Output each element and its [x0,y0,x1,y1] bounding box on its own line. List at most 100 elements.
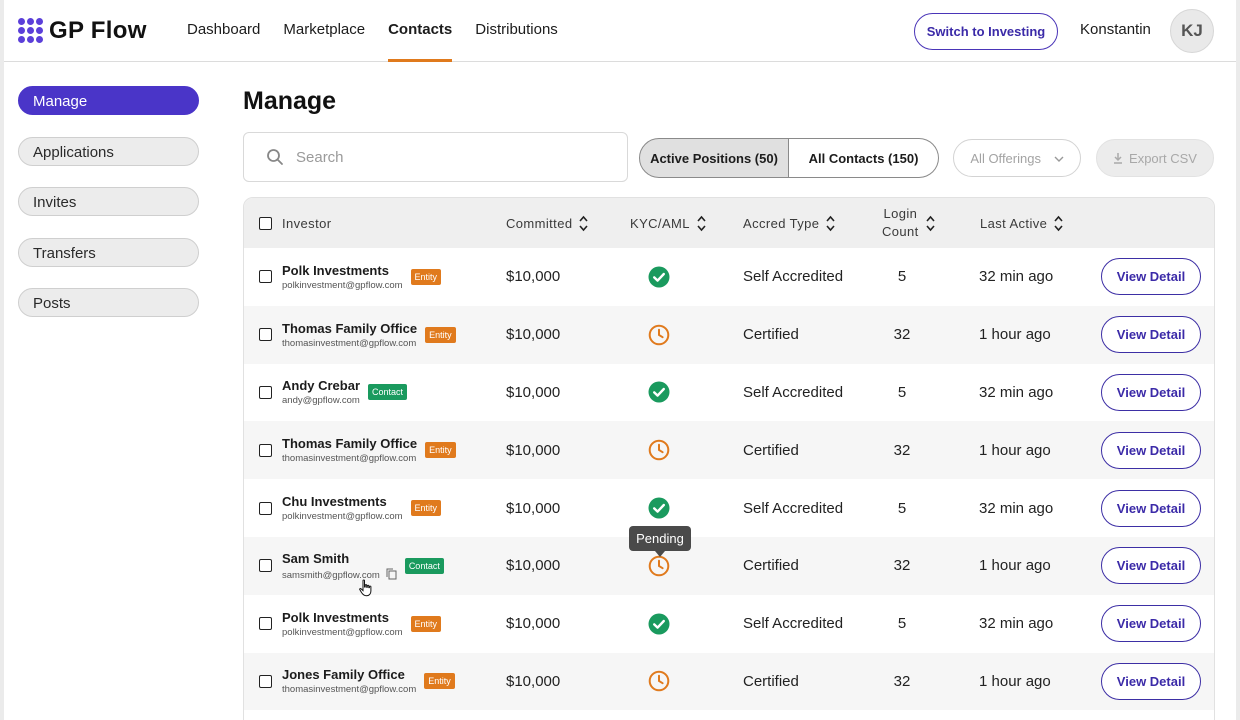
accred-type: Self Accredited [743,383,844,401]
last-active: 1 hour ago [979,326,1051,344]
sort-login-count[interactable]: Login Count [882,198,935,248]
investor-name[interactable]: Sam Smith [282,551,397,566]
search-box[interactable] [243,132,628,182]
kyc-status[interactable] [648,595,670,653]
investor-type-badge: Contact [368,384,408,401]
row-checkbox[interactable] [259,559,272,573]
nav-marketplace[interactable]: Marketplace [283,0,365,62]
row-checkbox[interactable] [259,501,272,515]
investor-name[interactable]: Thomas Family Office [282,321,417,336]
nav-contacts[interactable]: Contacts [388,0,453,62]
investor-email: thomasinvestment@gpflow.com [282,684,417,696]
logo[interactable]: GP Flow [18,17,147,45]
view-detail-button[interactable]: View Detail [1101,605,1201,643]
table-row[interactable]: Jones Family Office thomasinvestment@gpfl… [244,652,1214,711]
investor-name[interactable]: Chu Investments [282,494,403,509]
kyc-status-tooltip: Pending [629,526,691,557]
view-detail-button[interactable]: View Detail [1101,662,1201,700]
copy-icon[interactable] [386,568,397,580]
investor-type-badge: Contact [404,557,444,574]
row-checkbox[interactable] [259,270,272,284]
committed-amount: $10,000 [506,268,561,286]
table-row[interactable]: Chu Investments polkinvestment@gpflow.com… [244,479,1214,537]
sort-kyc[interactable]: KYC/AML [630,198,706,248]
nav-distributions[interactable]: Distributions [475,0,558,62]
investor-name[interactable]: Polk Investments [282,610,403,625]
search-icon [267,149,283,165]
kyc-status[interactable] [648,421,670,479]
view-detail-button[interactable]: View Detail [1101,431,1201,469]
sort-icon [926,215,935,231]
row-checkbox[interactable] [259,328,272,342]
export-csv-button[interactable]: Export CSV [1096,139,1214,177]
kyc-status[interactable] [648,364,670,422]
row-checkbox[interactable] [259,385,272,399]
kyc-pending-icon [648,671,670,692]
header-investor: Investor [282,215,332,231]
last-active: 32 min ago [979,615,1054,633]
row-checkbox[interactable] [259,617,272,631]
investor-name[interactable]: Polk Investments [282,263,403,278]
accred-type: Certified [743,326,799,344]
sidebar: Manage Applications Invites Transfers Po… [18,86,199,339]
last-active: 32 min ago [979,499,1054,517]
hand-cursor-icon [359,579,372,597]
offerings-dropdown[interactable]: All Offerings [953,139,1081,177]
row-checkbox[interactable] [259,443,272,457]
avatar[interactable]: KJ [1170,9,1214,53]
investor-type-badge: Entity [424,673,455,690]
sort-last-active[interactable]: Last Active [980,198,1063,248]
switch-to-investing-button[interactable]: Switch to Investing [914,13,1058,50]
view-detail-button[interactable]: View Detail [1101,373,1201,411]
nav-dashboard[interactable]: Dashboard [187,0,260,62]
sidebar-item-invites[interactable]: Invites [18,187,199,216]
table-row[interactable]: Thomas Family Office thomasinvestment@gpf… [244,421,1214,480]
view-detail-button[interactable]: View Detail [1101,489,1201,527]
investor-type-badge: Entity [410,268,442,285]
logo-icon [18,18,44,44]
sidebar-item-applications[interactable]: Applications [18,136,199,166]
investor-name[interactable]: Thomas Family Office [282,436,417,451]
row-checkbox[interactable] [259,674,272,688]
last-active: 1 hour ago [979,672,1051,690]
committed-amount: $10,000 [506,383,561,401]
sort-icon [826,215,836,231]
sidebar-item-manage[interactable]: Manage [18,86,199,115]
sidebar-item-posts[interactable]: Posts [18,288,199,317]
sidebar-item-transfers[interactable]: Transfers [18,237,199,267]
table-row[interactable]: Andy Crebar andy@gpflow.com Contact $10,000… [244,364,1214,422]
kyc-status[interactable] [648,248,670,306]
investor-name[interactable]: Jones Family Office [282,667,416,682]
login-count: 32 [893,557,911,575]
kyc-status[interactable] [648,306,670,364]
sort-accred[interactable]: Accred Type [743,198,836,248]
view-detail-button[interactable]: View Detail [1101,258,1201,296]
page-title: Manage [243,87,337,115]
kyc-status[interactable] [648,653,670,711]
kyc-verified-icon [648,613,670,635]
sort-icon [579,215,589,231]
table-row[interactable]: Thomas Family Office thomasinvestment@gpf… [244,305,1214,364]
table-row[interactable]: Polk Investments polkinvestment@gpflow.co… [244,248,1214,306]
table-row[interactable]: Sam Smith samsmith@gpflow.com Contact $10,0… [244,536,1214,595]
all-contacts-tab[interactable]: All Contacts (150) [789,138,939,178]
investor-email: polkinvestment@gpflow.com [282,626,403,638]
header-last-active: Last Active [980,215,1048,231]
view-detail-button[interactable]: View Detail [1101,547,1201,585]
view-detail-button[interactable]: View Detail [1101,316,1201,354]
investor-name[interactable]: Andy Crebar [282,378,360,393]
last-active: 32 min ago [979,383,1054,401]
active-positions-tab[interactable]: Active Positions (50) [639,138,789,178]
select-all-checkbox[interactable] [259,216,272,230]
login-count: 32 [893,672,911,690]
table-row[interactable]: Polk Investments polkinvestment@gpflow.co… [244,595,1214,653]
sort-committed[interactable]: Committed [506,198,589,248]
search-input[interactable] [296,148,596,166]
committed-amount: $10,000 [506,441,561,459]
last-active: 1 hour ago [979,557,1051,575]
kyc-verified-icon [648,381,670,403]
committed-amount: $10,000 [506,499,561,517]
login-count: 32 [893,326,911,344]
top-bar: GP Flow Dashboard Marketplace Contacts D… [4,0,1236,62]
user-name[interactable]: Konstantin [1080,21,1151,38]
